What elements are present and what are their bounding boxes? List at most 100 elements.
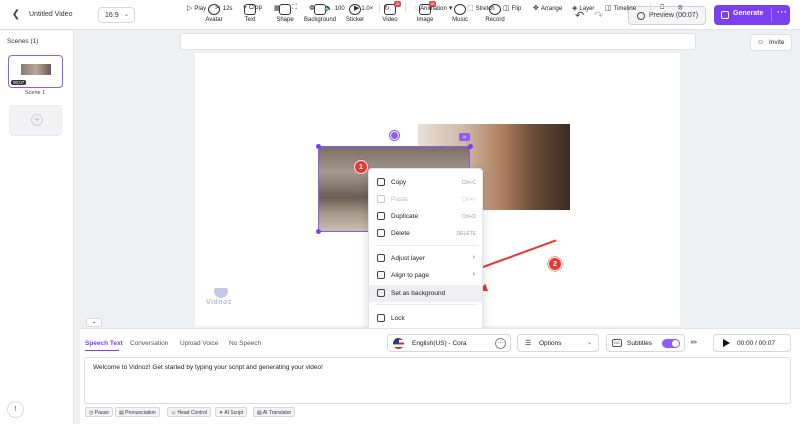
layer-icon: [377, 254, 385, 262]
background-icon: [377, 289, 385, 297]
more-icon[interactable]: ···: [495, 338, 506, 349]
lock-icon[interactable]: ⎕: [660, 4, 666, 12]
generate-button[interactable]: Generate ···: [714, 5, 790, 25]
project-title[interactable]: Untitled Video: [29, 11, 72, 18]
menu-label: Lock: [391, 315, 405, 322]
menu-item-copy[interactable]: Copy Ctrl+C: [369, 174, 482, 191]
fit-icon[interactable]: ⛶: [292, 4, 299, 12]
sliders-icon: ☰: [525, 340, 532, 347]
vidnoz-logo-icon: [214, 288, 228, 298]
scene-thumbnail[interactable]: 00:07: [8, 55, 63, 88]
rotate-handle[interactable]: [390, 131, 399, 140]
menu-item-duplicate[interactable]: Duplicate Ctrl+D: [369, 208, 482, 225]
tab-conversation[interactable]: Conversation: [130, 340, 168, 347]
options-label: Options: [539, 340, 562, 347]
animation-icon: ◌: [414, 5, 419, 12]
toolbar-crop[interactable]: ⌖ Crop: [243, 4, 262, 12]
options-select[interactable]: ☰ Options ⌄: [517, 334, 599, 352]
pin-icon[interactable]: ✏: [687, 335, 701, 351]
play-circle-icon: [637, 12, 645, 20]
invite-button[interactable]: ☺ Invite: [750, 34, 792, 51]
tool-shape[interactable]: Shape: [265, 4, 305, 28]
resize-handle[interactable]: [316, 144, 321, 149]
menu-item-set-as-background[interactable]: Set as background: [369, 285, 482, 302]
collapse-panel-icon[interactable]: ⌄: [86, 318, 102, 327]
voice-select[interactable]: English(US) - Cora ···: [387, 334, 511, 352]
element-toolbar: [180, 33, 696, 50]
tool-label: Shape: [276, 17, 294, 23]
more-options-icon[interactable]: ···: [777, 7, 788, 17]
chip-ai-script[interactable]: ✦ AI Script: [215, 407, 248, 417]
chip-label: Pause: [94, 410, 109, 416]
resize-handle[interactable]: [316, 229, 321, 234]
shortcut: Ctrl+C: [461, 180, 476, 186]
subtitles-label: Subtitles: [627, 340, 652, 347]
toolbar-speed[interactable]: ▶ 1.0×: [354, 4, 373, 12]
menu-label: Adjust layer: [391, 255, 425, 262]
chip-ai-translator[interactable]: ▤ AI Translator: [253, 407, 296, 417]
redo-icon[interactable]: ↷: [594, 9, 603, 22]
audio-player[interactable]: 00:00 / 00:07: [713, 334, 791, 352]
menu-label: Duplicate: [391, 213, 419, 220]
context-menu: Copy Ctrl+C Paste Ctrl+V Duplicate Ctrl+D D…: [368, 168, 483, 331]
trash-icon[interactable]: ⦻: [678, 4, 685, 12]
toolbar-flip-label: Flip: [511, 6, 522, 12]
invite-label: Invite: [769, 39, 785, 46]
toolbar-play[interactable]: ▷ Play: [187, 4, 206, 12]
aspect-ratio-select[interactable]: 16:9 ⌄: [98, 7, 135, 23]
tab-no-speech[interactable]: No Speech: [229, 340, 261, 347]
toolbar-duration[interactable]: ✂ 12s: [215, 4, 233, 12]
trim-icon: ✂: [215, 5, 221, 12]
timeline-icon: ◫: [605, 5, 612, 12]
subtitles-toggle[interactable]: [662, 339, 680, 348]
toolbar-timeline[interactable]: ◫ Timeline: [605, 4, 636, 12]
watermark-text: Vidnoz: [206, 299, 232, 306]
script-input[interactable]: Welcome to Vidnoz! Get started by typing…: [84, 357, 791, 404]
tab-speech-text[interactable]: Speech Text: [85, 340, 123, 347]
loop-icon[interactable]: ↻: [384, 4, 392, 12]
filter-icon[interactable]: ❁: [309, 4, 317, 12]
menu-item-adjust-layer[interactable]: Adjust layer ›: [369, 250, 482, 267]
toolbar-flip[interactable]: ◫ Flip: [503, 4, 521, 12]
chevron-down-icon: ⌄: [586, 340, 592, 346]
chip-pause[interactable]: ◷ Pause: [85, 407, 113, 417]
aspect-ratio-value: 16:9: [105, 12, 119, 19]
menu-label: Set as background: [391, 290, 446, 297]
generate-icon: [721, 11, 729, 19]
toolbar-arrange[interactable]: ✥ Arrange: [533, 4, 562, 12]
tool-label: Background: [303, 17, 337, 23]
resize-handle[interactable]: [468, 144, 473, 149]
lock-icon: [377, 314, 385, 322]
shortcut: DELETE: [456, 231, 476, 237]
volume-icon: 🔈: [324, 5, 333, 12]
toolbar-crop-label: Crop: [248, 5, 262, 11]
chip-head-control[interactable]: ☺ Head Control: [167, 407, 211, 417]
shortcut: Ctrl+D: [461, 214, 476, 220]
toolbar-stretch[interactable]: ⬚ Stretch: [467, 4, 495, 12]
menu-item-lock[interactable]: Lock: [369, 310, 482, 327]
step-marker-2: 2: [548, 257, 562, 271]
menu-item-paste[interactable]: Paste Ctrl+V: [369, 191, 482, 208]
users-icon: ☺: [757, 39, 765, 46]
toolbar-volume[interactable]: 🔈 100: [324, 4, 345, 12]
duplicate-icon: [377, 212, 385, 220]
toolbar-animation[interactable]: ◌ Animation ▾: [414, 4, 454, 12]
feedback-icon[interactable]: !: [7, 401, 24, 418]
preview-button[interactable]: Preview (00:07): [628, 6, 706, 25]
chevron-right-icon: ›: [472, 271, 475, 278]
chip-pronunciation[interactable]: ▤ Pronunciation: [115, 407, 160, 417]
chip-label: AI Translator: [262, 410, 292, 416]
toolbar-layer[interactable]: ◈ Layer: [572, 4, 594, 12]
menu-item-delete[interactable]: Delete DELETE: [369, 225, 482, 242]
active-tab-indicator: [85, 350, 119, 351]
tab-upload-voice[interactable]: Upload Voice: [180, 340, 218, 347]
transparency-icon[interactable]: ▦: [274, 4, 283, 12]
step-marker-1: 1: [354, 160, 368, 174]
menu-item-align-to-page[interactable]: Align to page ›: [369, 267, 482, 284]
ai-badge: AI: [394, 1, 401, 7]
back-arrow-icon[interactable]: ❮: [10, 9, 22, 21]
add-scene-button[interactable]: +: [9, 105, 62, 136]
copy-icon: [377, 178, 385, 186]
menu-label: Paste: [391, 196, 408, 203]
play-icon[interactable]: [723, 339, 730, 347]
